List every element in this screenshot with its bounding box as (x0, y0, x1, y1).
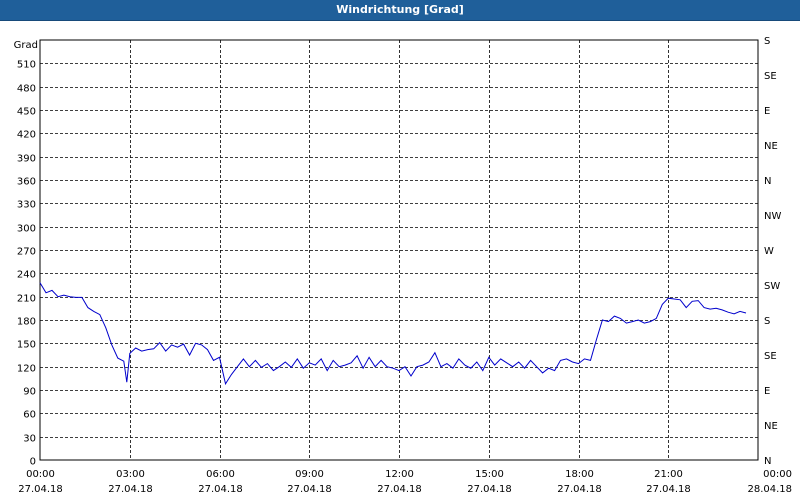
y-tick-label: 300 (17, 224, 36, 235)
x-tick-time-label: 00:00 (26, 469, 55, 480)
y-tick-label: 150 (17, 340, 36, 351)
x-tick-time-label: 06:00 (206, 469, 235, 480)
compass-tick-label: SE (764, 351, 777, 362)
x-tick-date-label: 27.04.18 (287, 484, 332, 495)
y-tick-label: 330 (17, 200, 36, 211)
x-tick-date-label: 27.04.18 (646, 484, 691, 495)
y-tick-label: 480 (17, 84, 36, 95)
compass-tick-label: SE (764, 71, 777, 82)
y-tick-label: 450 (17, 107, 36, 118)
x-tick-date-label: 27.04.18 (377, 484, 422, 495)
compass-tick-label: SW (764, 281, 780, 292)
compass-tick-label: S (764, 316, 770, 327)
y-tick-label: 90 (23, 387, 36, 398)
y-tick-label: 360 (17, 177, 36, 188)
compass-tick-label: NW (764, 211, 781, 222)
y-tick-label: 0 (30, 457, 36, 468)
y-tick-label: 180 (17, 317, 36, 328)
y-tick-label: 420 (17, 130, 36, 141)
y-tick-label: 390 (17, 154, 36, 165)
compass-tick-label: N (764, 456, 771, 467)
x-tick-time-label: 15:00 (475, 469, 504, 480)
x-tick-time-label: 18:00 (565, 469, 594, 480)
compass-tick-label: S (764, 36, 770, 47)
x-tick-time-label: 12:00 (385, 469, 414, 480)
x-tick-date-label: 28.04.18 (747, 484, 792, 495)
compass-tick-label: E (764, 386, 770, 397)
x-tick-time-label: 03:00 (116, 469, 145, 480)
x-tick-date-label: 27.04.18 (557, 484, 602, 495)
x-tick-date-label: 27.04.18 (18, 484, 63, 495)
y-tick-label: 510 (17, 60, 36, 71)
x-tick-time-label: 00:00 (763, 469, 792, 480)
y-tick-label: 270 (17, 247, 36, 258)
y-tick-label: 120 (17, 364, 36, 375)
wind-direction-chart: 0 30 60 90 120 150 180 210 240 270 300 330 360 390 420… (14, 36, 792, 495)
x-tick-date-label: 27.04.18 (108, 484, 153, 495)
x-tick-time-label: 21:00 (654, 469, 683, 480)
y-tick-label: 30 (23, 434, 36, 445)
compass-tick-label: W (764, 246, 774, 257)
compass-tick-label: NE (764, 141, 778, 152)
compass-tick-label: E (764, 106, 770, 117)
y-axis-label: Grad (14, 40, 38, 51)
y-tick-label: 210 (17, 294, 36, 305)
y-tick-label: 60 (23, 410, 36, 421)
compass-tick-label: NE (764, 421, 778, 432)
x-tick-date-label: 27.04.18 (467, 484, 512, 495)
y-tick-label: 240 (17, 270, 36, 281)
compass-tick-label: N (764, 176, 771, 187)
x-tick-date-label: 27.04.18 (198, 484, 243, 495)
x-tick-time-label: 09:00 (295, 469, 324, 480)
plot-frame (39, 39, 759, 461)
